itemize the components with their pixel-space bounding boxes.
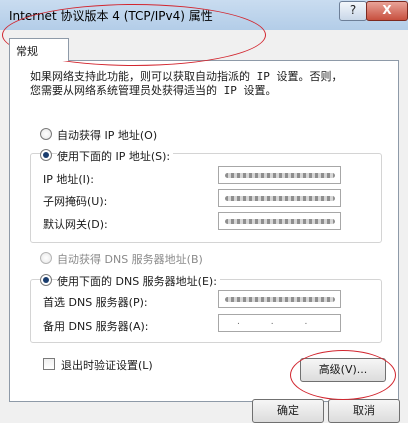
- validate-label[interactable]: 退出时验证设置(L): [61, 357, 153, 373]
- auto-dns-label[interactable]: 自动获得 DNS 服务器地址(B): [57, 251, 203, 267]
- preferred-dns-input[interactable]: [218, 290, 341, 308]
- subnet-mask-label: 子网掩码(U):: [43, 195, 108, 208]
- ip-address-input[interactable]: [218, 166, 341, 184]
- validate-checkbox[interactable]: [43, 358, 55, 370]
- manual-dns-label[interactable]: 使用下面的 DNS 服务器地址(E):: [57, 273, 220, 289]
- auto-ip-radio[interactable]: [40, 128, 52, 140]
- redacted-value: [225, 297, 335, 302]
- advanced-button[interactable]: 高级(V)...: [300, 358, 386, 382]
- description-line: 您需要从网络系统管理员处获得适当的 IP 设置。: [30, 84, 277, 97]
- auto-ip-label[interactable]: 自动获得 IP 地址(O): [57, 127, 157, 143]
- close-button[interactable]: X: [366, 1, 408, 21]
- ok-button[interactable]: 确定: [252, 399, 324, 423]
- tab-general-label: 常规: [16, 45, 38, 58]
- manual-ip-label[interactable]: 使用下面的 IP 地址(S):: [57, 148, 174, 164]
- preferred-dns-label: 首选 DNS 服务器(P):: [43, 296, 148, 309]
- manual-dns-radio[interactable]: [40, 274, 52, 286]
- alternate-dns-label: 备用 DNS 服务器(A):: [43, 320, 149, 333]
- description-text: 如果网络支持此功能，则可以获取自动指派的 IP 设置。否则， 您需要从网络系统管…: [30, 70, 380, 98]
- alternate-dns-value: . . .: [237, 317, 322, 327]
- tab-general[interactable]: 常规: [9, 38, 69, 61]
- title-bar[interactable]: Internet 协议版本 4 (TCP/IPv4) 属性 ? X: [0, 0, 408, 30]
- window-title: Internet 协议版本 4 (TCP/IPv4) 属性: [9, 9, 213, 23]
- alternate-dns-input[interactable]: . . .: [218, 314, 341, 332]
- redacted-value: [225, 219, 335, 224]
- ip-address-label: IP 地址(I):: [43, 173, 94, 186]
- description-line: 如果网络支持此功能，则可以获取自动指派的 IP 设置。否则，: [30, 70, 343, 83]
- redacted-value: [225, 173, 335, 178]
- gateway-label: 默认网关(D):: [43, 218, 108, 231]
- dialog-window: Internet 协议版本 4 (TCP/IPv4) 属性 ? X 常规 如果网…: [0, 0, 408, 423]
- cancel-button[interactable]: 取消: [328, 399, 400, 423]
- subnet-mask-input[interactable]: [218, 189, 341, 207]
- help-button[interactable]: ?: [339, 1, 367, 21]
- gateway-input[interactable]: [218, 212, 341, 230]
- auto-dns-radio[interactable]: [40, 252, 52, 264]
- redacted-value: [225, 196, 335, 201]
- manual-ip-radio[interactable]: [40, 149, 52, 161]
